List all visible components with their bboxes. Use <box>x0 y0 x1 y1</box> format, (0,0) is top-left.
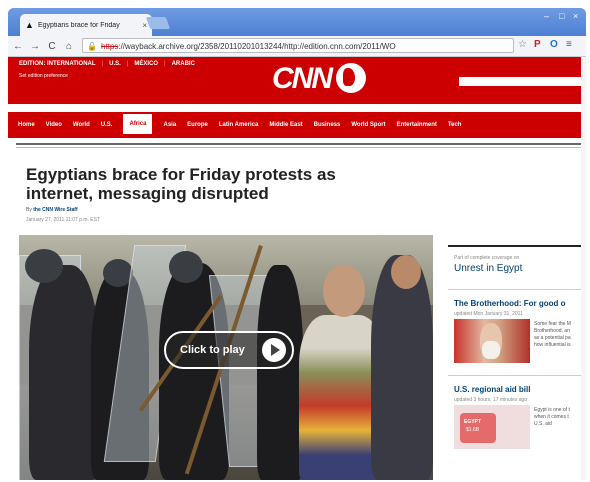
coverage-label: Part of complete coverage on <box>454 255 520 261</box>
title-bar: ▲ Egyptians brace for Friday × – □ × <box>8 8 586 36</box>
globe-icon <box>336 63 366 93</box>
edition-mexico[interactable]: MÉXICO <box>134 61 158 67</box>
bookmark-star-icon[interactable]: ☆ <box>518 39 527 50</box>
story-snippet: U.S. aid <box>534 421 552 427</box>
sidebar-rule <box>448 245 586 247</box>
story-snippet: Brotherhood, an <box>534 328 570 334</box>
divider <box>448 375 586 376</box>
search-input[interactable] <box>459 77 586 86</box>
play-label: Click to play <box>180 344 245 356</box>
nav-latin-america[interactable]: Latin America <box>219 122 258 128</box>
broken-lock-icon: 🔓 <box>87 42 97 51</box>
divider <box>448 289 586 290</box>
edition-arabic[interactable]: ARABIC <box>172 61 195 67</box>
tab-title: Egyptians brace for Friday <box>38 21 120 29</box>
section-nav: Home Video World U.S. Africa Asia Europe… <box>8 112 586 138</box>
play-icon <box>262 338 286 362</box>
story-updated: updated 3 hours, 17 minutes ago <box>454 397 528 403</box>
url-path: ://wayback.archive.org/2358/201102010132… <box>118 42 396 51</box>
forward-icon[interactable]: → <box>28 41 42 52</box>
story-snippet: Egypt is one of t <box>534 407 570 413</box>
new-tab-button[interactable] <box>145 17 171 29</box>
nav-tech[interactable]: Tech <box>448 122 462 128</box>
byline: By the CNN Wire Staff <box>26 207 78 213</box>
protester-head <box>323 265 365 317</box>
coverage-link[interactable]: Unrest in Egypt <box>454 263 522 274</box>
nav-europe[interactable]: Europe <box>187 122 208 128</box>
home-icon[interactable]: ⌂ <box>62 41 76 52</box>
protester-head <box>391 255 421 289</box>
nav-business[interactable]: Business <box>314 122 341 128</box>
browser-tab[interactable]: ▲ Egyptians brace for Friday × <box>20 14 152 36</box>
cnn-header: EDITION: INTERNATIONAL | U.S. | MÉXICO |… <box>8 57 586 104</box>
story-thumbnail[interactable] <box>454 319 530 363</box>
video-thumbnail[interactable]: Click to play <box>19 235 433 480</box>
crowd-figure <box>371 255 433 480</box>
riot-police-figure <box>29 265 99 480</box>
nav-us[interactable]: U.S. <box>101 122 113 128</box>
maximize-button[interactable]: □ <box>559 11 564 21</box>
cnn-logo[interactable]: CNN <box>272 61 333 97</box>
story-updated: updated Mon January 31, 2011 <box>454 311 523 317</box>
nav-middle-east[interactable]: Middle East <box>269 122 302 128</box>
article-headline: Egyptians brace for Friday protests as i… <box>26 165 336 203</box>
minimize-button[interactable]: – <box>544 11 549 21</box>
url-scheme: https <box>101 42 119 51</box>
reload-icon[interactable]: C <box>45 41 59 52</box>
story-title[interactable]: U.S. regional aid bill <box>454 385 530 394</box>
helmet <box>25 249 63 283</box>
back-icon[interactable]: ← <box>11 41 25 52</box>
nav-africa[interactable]: Africa <box>123 114 153 134</box>
browser-toolbar: ← → C ⌂ 🔓 https://wayback.archive.org/23… <box>8 36 586 57</box>
map-thumbnail[interactable]: EGYPT $1.6B <box>454 405 530 449</box>
nav-entertainment[interactable]: Entertainment <box>397 122 437 128</box>
byline-author[interactable]: the CNN Wire Staff <box>33 207 77 213</box>
nav-home[interactable]: Home <box>18 122 35 128</box>
browser-window: ▲ Egyptians brace for Friday × – □ × ← →… <box>8 8 586 480</box>
divider <box>16 143 586 145</box>
map-label: EGYPT <box>464 419 481 425</box>
story-snippet: how influential is <box>534 342 571 348</box>
scrollbar[interactable] <box>581 57 586 480</box>
nav-world-sport[interactable]: World Sport <box>351 122 385 128</box>
warning-icon: ▲ <box>25 19 34 30</box>
pinterest-icon[interactable]: P <box>534 39 541 50</box>
nav-video[interactable]: Video <box>46 122 62 128</box>
story-title[interactable]: The Brotherhood: For good o <box>454 299 566 308</box>
edition-links: EDITION: INTERNATIONAL | U.S. | MÉXICO |… <box>19 61 195 67</box>
helmet <box>169 251 203 283</box>
story-snippet: when it comes t <box>534 414 569 420</box>
extension-icon[interactable]: O <box>550 39 558 50</box>
set-edition-preference[interactable]: Set edition preference <box>19 73 68 79</box>
menu-icon[interactable]: ≡ <box>566 39 572 50</box>
address-bar[interactable]: 🔓 https://wayback.archive.org/2358/20110… <box>82 38 514 53</box>
nav-world[interactable]: World <box>73 122 90 128</box>
story-snippet: Some fear the M <box>534 321 571 327</box>
close-window-button[interactable]: × <box>573 11 578 21</box>
play-button[interactable]: Click to play <box>164 331 294 369</box>
nav-asia[interactable]: Asia <box>163 122 176 128</box>
story-snippet: as a potential pa <box>534 335 571 341</box>
tab-close-icon[interactable]: × <box>142 21 147 30</box>
edition-international[interactable]: EDITION: INTERNATIONAL <box>19 61 96 67</box>
map-value: $1.6B <box>466 427 480 433</box>
article-date: January 27, 2011 11:07 p.m. EST <box>26 217 101 223</box>
page-content: EDITION: INTERNATIONAL | U.S. | MÉXICO |… <box>8 57 586 480</box>
riot-police-figure <box>257 265 303 480</box>
edition-us[interactable]: U.S. <box>109 61 121 67</box>
divider <box>16 147 586 148</box>
